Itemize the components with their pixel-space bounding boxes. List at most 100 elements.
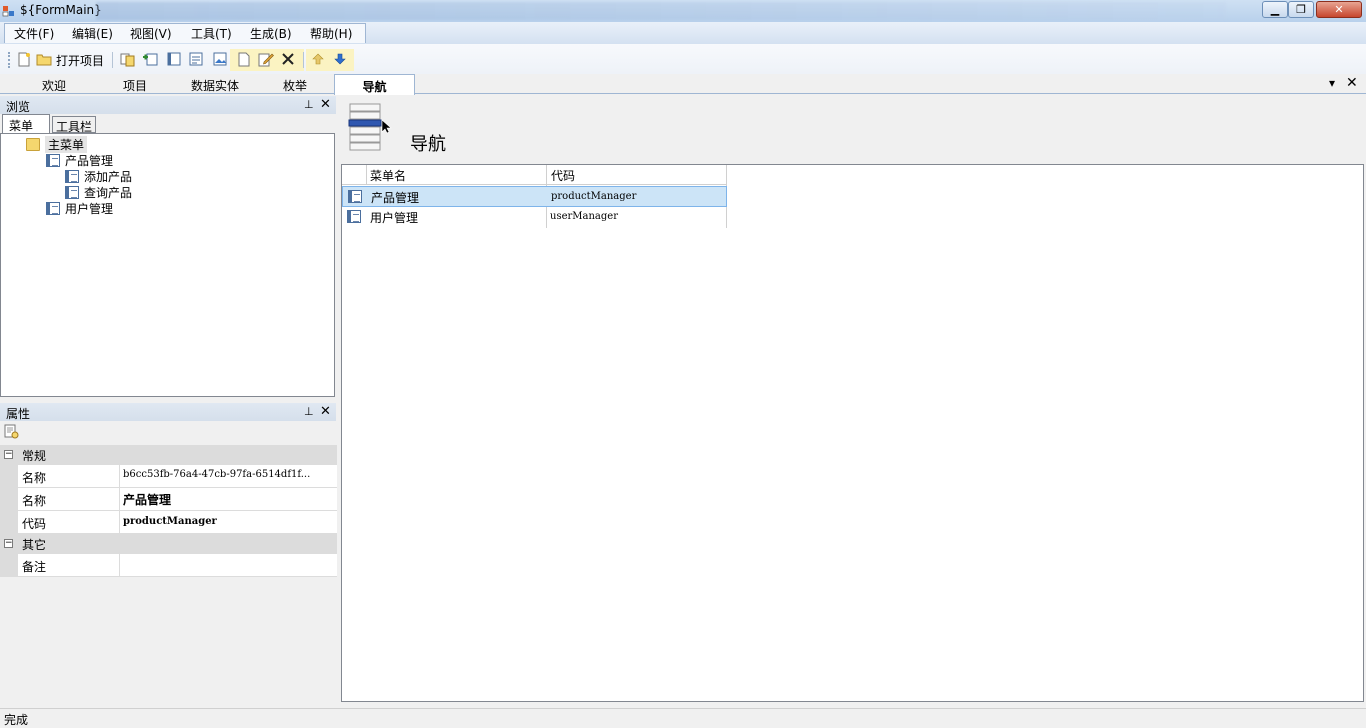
row-gutter	[0, 488, 18, 510]
edit-icon[interactable]	[258, 51, 274, 67]
new-project-icon[interactable]	[16, 51, 32, 67]
table-row[interactable]: 产品管理 productManager	[342, 186, 727, 207]
list-icon[interactable]	[166, 51, 182, 67]
cell-code: userManager	[550, 211, 618, 222]
image-icon[interactable]	[212, 51, 228, 67]
menu-view[interactable]: 视图(V)	[130, 25, 172, 42]
collapse-icon[interactable]: −	[4, 539, 13, 548]
menu-item-icon	[65, 170, 79, 183]
close-panel-icon[interactable]: ✕	[320, 404, 331, 419]
minimize-icon: ▁	[1270, 3, 1280, 16]
blurred-background	[96, 2, 1226, 20]
maximize-button[interactable]: ❐	[1288, 1, 1314, 18]
property-category-general[interactable]: − 常规	[0, 445, 337, 465]
tab-data-entity[interactable]: 数据实体	[191, 77, 239, 94]
properties-panel-title: 属性	[6, 407, 31, 421]
close-tab-icon[interactable]: ✕	[1346, 75, 1358, 91]
column-divider[interactable]	[366, 165, 367, 185]
tree-node-add-product[interactable]: 添加产品	[65, 168, 132, 185]
menu-build[interactable]: 生成(B)	[250, 25, 292, 42]
copy-icon[interactable]	[120, 51, 136, 67]
property-value[interactable]: b6cc53fb-76a4-47cb-97fa-6514df1f...	[119, 465, 337, 487]
status-text: 完成	[4, 713, 29, 727]
tree-node-root[interactable]: 主菜单	[26, 136, 88, 153]
properties-panel-header: 属性 ⊥ ✕	[0, 403, 336, 421]
close-window-button[interactable]: ✕	[1316, 1, 1362, 18]
navigation-icon	[348, 103, 392, 151]
tab-list-dropdown-icon[interactable]: ▾	[1329, 76, 1335, 90]
folder-icon	[26, 138, 40, 151]
open-project-button[interactable]: 打开项目	[56, 52, 104, 69]
move-down-icon[interactable]	[332, 51, 348, 67]
category-label: 其它	[22, 538, 47, 552]
property-row-code[interactable]: 代码 productManager	[0, 511, 337, 534]
tree-node-label: 产品管理	[65, 154, 114, 168]
property-category-other[interactable]: − 其它	[0, 534, 337, 554]
tree-node-label: 添加产品	[84, 170, 133, 184]
menu-tools[interactable]: 工具(T)	[191, 25, 232, 42]
cell-menu-name: 产品管理	[371, 191, 420, 205]
status-bar: 完成	[0, 708, 1366, 728]
menu-edit[interactable]: 编辑(E)	[72, 25, 113, 42]
tree-node-label: 查询产品	[84, 186, 133, 200]
menu-tree: 主菜单 产品管理 添加产品 查询产品 用户管理	[0, 133, 335, 397]
navigation-header: 导航	[341, 95, 1366, 164]
properties-toolbar	[0, 421, 336, 443]
form-icon[interactable]	[188, 51, 204, 67]
document-tab-strip: 欢迎 项目 数据实体 枚举 导航 ▾ ✕	[0, 74, 1366, 95]
restore-icon: ❐	[1296, 3, 1306, 16]
property-value[interactable]	[119, 554, 337, 576]
menu-help[interactable]: 帮助(H)	[310, 25, 352, 42]
tab-welcome[interactable]: 欢迎	[42, 77, 66, 94]
minimize-button[interactable]: ▁	[1262, 1, 1288, 18]
table-row[interactable]: 用户管理 userManager	[342, 207, 727, 228]
open-folder-icon[interactable]	[36, 51, 52, 67]
tree-node-label: 用户管理	[65, 202, 114, 216]
property-name: 名称	[22, 494, 47, 508]
cell-menu-name: 用户管理	[370, 211, 419, 225]
collapse-icon[interactable]: −	[4, 450, 13, 459]
close-panel-icon[interactable]: ✕	[320, 97, 331, 112]
toolbar-grip[interactable]	[8, 52, 10, 68]
grid-header: 菜单名 代码	[342, 165, 727, 185]
add-item-icon[interactable]	[142, 51, 158, 67]
close-icon: ✕	[1334, 3, 1344, 16]
toolbar-separator	[112, 52, 113, 68]
property-row-name[interactable]: 名称 产品管理	[0, 488, 337, 511]
menu-file[interactable]: 文件(F)	[14, 25, 54, 42]
tab-project[interactable]: 项目	[123, 77, 147, 94]
tab-navigation[interactable]: 导航	[334, 74, 415, 95]
tree-node-product[interactable]: 产品管理	[46, 152, 113, 169]
browse-panel-header: 浏览 ⊥ ✕	[0, 96, 336, 114]
column-header-menu-name[interactable]: 菜单名	[370, 167, 406, 184]
new-file-icon[interactable]	[236, 51, 252, 67]
move-up-icon[interactable]	[310, 51, 326, 67]
window-title: ${FormMain}	[20, 3, 102, 17]
property-name: 备注	[22, 560, 47, 574]
column-header-code[interactable]: 代码	[551, 167, 575, 184]
tree-node-query-product[interactable]: 查询产品	[65, 184, 132, 201]
property-value[interactable]: 产品管理	[119, 488, 337, 510]
tree-node-user[interactable]: 用户管理	[46, 200, 113, 217]
pin-icon[interactable]: ⊥	[304, 98, 314, 111]
tree-node-label: 主菜单	[45, 136, 88, 153]
property-pages-icon[interactable]	[4, 424, 20, 440]
property-row-id[interactable]: 名称 b6cc53fb-76a4-47cb-97fa-6514df1f...	[0, 465, 337, 488]
menu-item-icon	[65, 186, 79, 199]
navigation-grid: 菜单名 代码 产品管理 productManager 用户管理 userMana…	[341, 164, 1364, 702]
menu-item-icon	[46, 154, 60, 167]
row-gutter	[0, 511, 18, 533]
delete-icon[interactable]	[280, 51, 296, 67]
subtab-menu[interactable]: 菜单	[2, 114, 50, 134]
toolbar-separator	[303, 52, 304, 68]
menu-bar: 文件(F) 编辑(E) 视图(V) 工具(T) 生成(B) 帮助(H)	[0, 22, 1366, 44]
menu-item-icon	[347, 210, 361, 223]
pin-icon[interactable]: ⊥	[304, 405, 314, 418]
property-name: 名称	[22, 471, 47, 485]
property-name: 代码	[22, 517, 47, 531]
tab-enum[interactable]: 枚举	[283, 77, 307, 94]
property-value[interactable]: productManager	[119, 511, 337, 533]
property-row-remark[interactable]: 备注	[0, 554, 337, 577]
subtab-toolbar[interactable]: 工具栏	[52, 116, 96, 134]
menu-item-icon	[348, 190, 362, 203]
